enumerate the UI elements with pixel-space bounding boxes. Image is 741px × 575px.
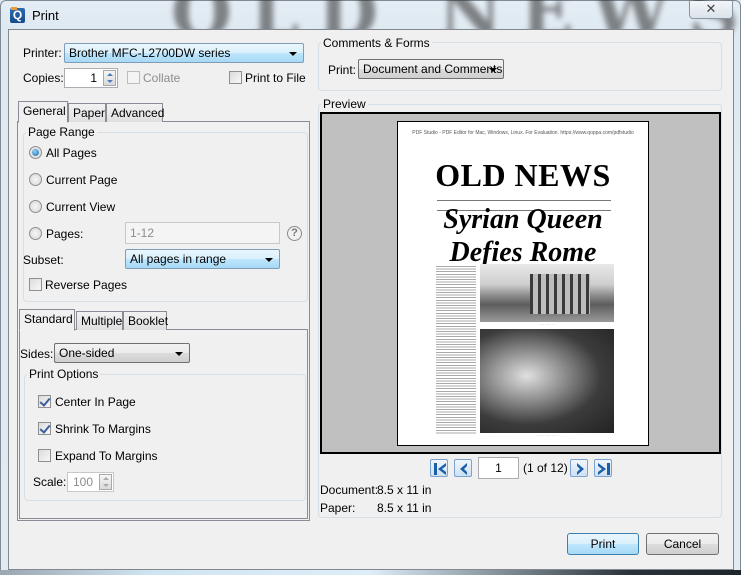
cancel-button[interactable]: Cancel xyxy=(646,533,719,555)
temple-columns xyxy=(530,274,590,314)
preview-title: Preview xyxy=(321,97,368,111)
printer-label: Printer: xyxy=(23,46,62,60)
sides-selected: One-sided xyxy=(59,346,115,360)
center-in-page-checkbox[interactable] xyxy=(38,395,51,408)
painting-photo xyxy=(480,329,614,433)
evaluation-banner: PDF Studio - PDF Editor for Mac, Windows… xyxy=(412,130,634,136)
tab-general[interactable]: General xyxy=(18,101,68,123)
tab-booklet[interactable]: Booklet xyxy=(123,311,169,330)
radio-current-page[interactable] xyxy=(29,173,42,186)
copies-label: Copies: xyxy=(23,71,64,85)
last-page-button[interactable] xyxy=(594,459,612,477)
shrink-to-margins-label: Shrink To Margins xyxy=(55,422,151,436)
expand-to-margins-label: Expand To Margins xyxy=(55,449,158,463)
collate-label: Collate xyxy=(143,71,181,85)
page-count: (1 of 12) xyxy=(523,461,568,475)
page-number-value: 1 xyxy=(495,461,502,475)
current-view-label: Current View xyxy=(46,200,116,214)
tab-paper-label: Paper xyxy=(73,106,106,120)
next-page-button[interactable] xyxy=(570,459,588,477)
radio-current-view[interactable] xyxy=(29,200,42,213)
chevron-down-icon xyxy=(265,258,273,262)
preview-canvas: PDF Studio - PDF Editor for Mac, Windows… xyxy=(320,112,721,454)
chevron-down-icon xyxy=(175,352,183,356)
close-icon: ✕ xyxy=(705,1,717,16)
pages-label: Pages: xyxy=(46,227,84,241)
masthead-rule xyxy=(437,200,611,201)
window-title: Print xyxy=(32,8,59,23)
tab-paper[interactable]: Paper xyxy=(68,103,106,122)
sides-select[interactable]: One-sided xyxy=(54,343,190,363)
current-page-label: Current Page xyxy=(46,173,118,187)
first-page-button[interactable] xyxy=(430,459,448,477)
document-size-value: 8.5 x 11 in xyxy=(377,483,432,497)
subset-label: Subset: xyxy=(23,253,64,267)
printer-select[interactable]: Brother MFC-L2700DW series xyxy=(64,43,304,63)
print-to-file-label: Print to File xyxy=(245,71,306,85)
reverse-pages-label: Reverse Pages xyxy=(45,278,128,292)
photo-caption: · · · · · · · · · xyxy=(539,323,555,327)
sides-label: Sides: xyxy=(20,347,54,361)
center-in-page-label: Center In Page xyxy=(55,395,136,409)
collate-checkbox[interactable] xyxy=(127,71,140,84)
last-page-icon xyxy=(598,463,610,475)
copies-value: 1 xyxy=(90,71,97,85)
copies-spinner[interactable]: 1 xyxy=(64,68,118,88)
headline-line-1: Syrian Queen xyxy=(443,204,603,235)
tab-booklet-label: Booklet xyxy=(128,314,169,328)
next-page-icon xyxy=(577,463,584,475)
tab-advanced-label: Advanced xyxy=(111,106,165,120)
tab-general-label: General xyxy=(23,104,66,118)
scale-label: Scale: xyxy=(33,475,67,489)
printer-selected-value: Brother MFC-L2700DW series xyxy=(69,46,231,60)
tab-multiple-label: Multiple xyxy=(81,314,123,328)
comments-print-label: Print: xyxy=(328,63,357,77)
chevron-down-icon xyxy=(289,52,297,56)
previous-page-button[interactable] xyxy=(454,459,472,477)
comments-print-selected: Document and Comments xyxy=(363,62,503,76)
spinner-arrows-icon[interactable] xyxy=(103,70,116,86)
taskbar-strip xyxy=(0,570,741,575)
scale-spinner[interactable]: 100 xyxy=(67,472,114,492)
shrink-to-margins-checkbox[interactable] xyxy=(38,422,51,435)
page-range-title: Page Range xyxy=(26,125,97,139)
subset-select[interactable]: All pages in range xyxy=(125,249,280,269)
previous-page-icon xyxy=(460,463,467,475)
reverse-pages-checkbox[interactable] xyxy=(29,278,42,291)
article-column xyxy=(436,266,476,434)
page-number-input[interactable]: 1 xyxy=(478,457,519,479)
close-button[interactable]: ✕ xyxy=(689,1,733,19)
comments-forms-title: Comments & Forms xyxy=(321,36,432,50)
first-page-icon xyxy=(434,463,446,475)
print-options-title: Print Options xyxy=(27,367,101,381)
paper-size-value: 8.5 x 11 in xyxy=(377,501,432,515)
spinner-arrows-icon[interactable] xyxy=(99,474,112,490)
pages-input[interactable]: 1-12 xyxy=(125,222,280,244)
preview-page: PDF Studio - PDF Editor for Mac, Windows… xyxy=(397,121,649,446)
temple-photo xyxy=(480,264,614,322)
print-button[interactable]: Print xyxy=(567,533,639,555)
paper-size-label: Paper: xyxy=(320,501,356,515)
pages-input-value: 1-12 xyxy=(130,226,155,240)
app-icon: Q xyxy=(10,7,25,23)
help-icon[interactable]: ? xyxy=(287,226,302,241)
tab-advanced[interactable]: Advanced xyxy=(106,103,165,122)
newspaper-masthead: OLD NEWS xyxy=(435,157,611,193)
photo-caption: · · · · · · · · · · · · · xyxy=(536,434,558,438)
chevron-down-icon xyxy=(489,68,497,72)
scale-value: 100 xyxy=(72,475,93,489)
all-pages-label: All Pages xyxy=(46,146,97,160)
document-size-label: Document: xyxy=(320,483,379,497)
comments-print-select[interactable]: Document and Comments xyxy=(358,59,504,79)
subset-selected: All pages in range xyxy=(130,252,227,266)
expand-to-margins-checkbox[interactable] xyxy=(38,449,51,462)
tab-standard[interactable]: Standard xyxy=(19,309,75,331)
radio-pages[interactable] xyxy=(29,227,42,240)
radio-all-pages[interactable] xyxy=(29,146,42,159)
tab-standard-label: Standard xyxy=(24,312,73,326)
tab-multiple[interactable]: Multiple xyxy=(76,311,123,330)
print-to-file-checkbox[interactable] xyxy=(229,71,242,84)
